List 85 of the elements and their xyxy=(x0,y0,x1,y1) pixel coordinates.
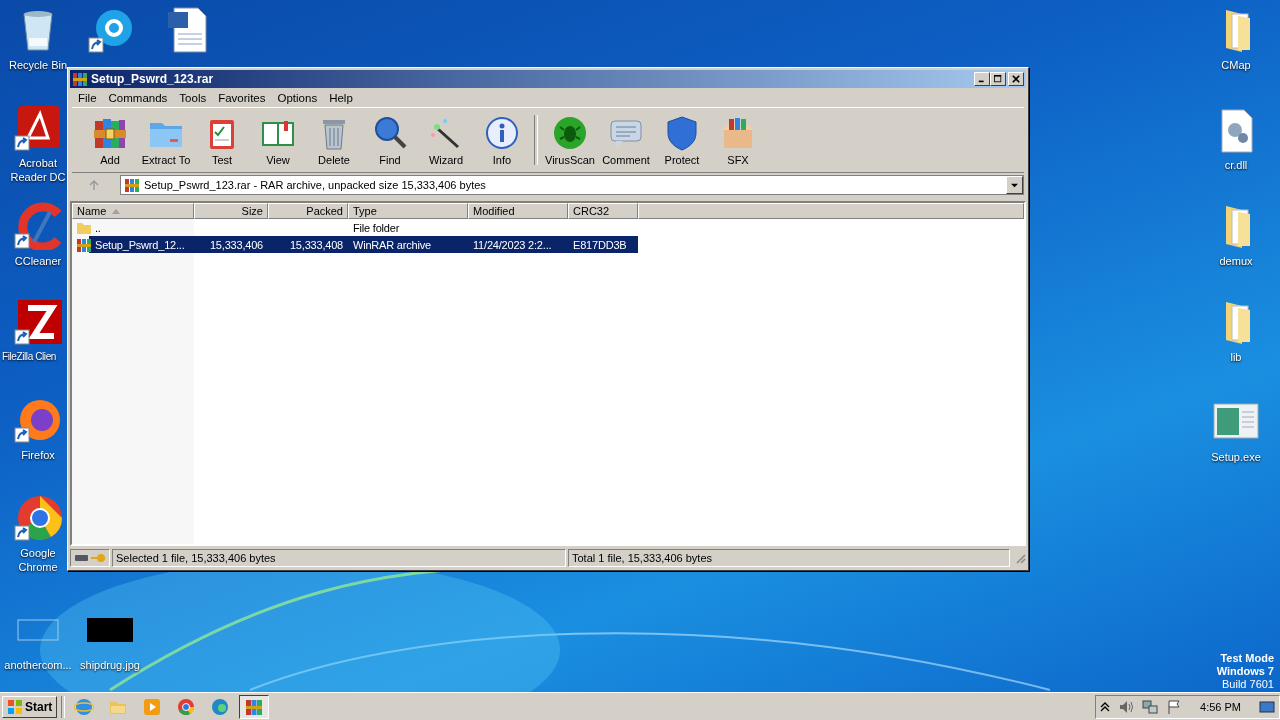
desktop-icon-label: shipdrug.jpg xyxy=(79,658,141,672)
search-icon xyxy=(372,114,408,151)
network-icon[interactable] xyxy=(1142,698,1159,715)
table-cell: E817DD3B xyxy=(572,238,628,251)
status-text: Selected 1 file, 15,333,406 bytes xyxy=(112,549,566,567)
desktop-icon-label: Recycle Bin xyxy=(7,58,69,72)
desktop-icon-label: lib xyxy=(1229,350,1243,364)
maximize-button[interactable] xyxy=(990,72,1006,86)
toolbar-button[interactable]: Add xyxy=(82,110,138,170)
column-header[interactable]: Type xyxy=(348,203,468,219)
toolbar-button[interactable]: Test xyxy=(194,110,250,170)
toolbar-button[interactable]: Comment xyxy=(598,110,654,170)
sort-arrow-icon xyxy=(112,208,121,214)
desktop-icon-label: Setup.exe xyxy=(1210,450,1262,464)
toolbar-button[interactable]: SFX xyxy=(710,110,766,170)
caret-icon xyxy=(1011,181,1018,189)
desktop-icon-label: demux xyxy=(1218,254,1254,268)
desktop-icon-label: CCleaner xyxy=(13,254,63,268)
watermark-text: Windows 7 xyxy=(1216,665,1274,678)
start-button[interactable]: Start xyxy=(2,695,58,718)
table-cell: 11/24/2023 2:2... xyxy=(472,238,553,251)
desktop-icon-label: cr.dll xyxy=(1223,158,1249,172)
desktop-icon-label: anothercom... xyxy=(3,658,73,672)
archive-books-icon xyxy=(72,71,88,87)
chrome-icon[interactable] xyxy=(14,494,62,542)
column-header[interactable]: Packed xyxy=(268,203,348,219)
file-name[interactable]: .. xyxy=(94,221,102,234)
up-arrow-icon xyxy=(88,179,100,191)
menu-item[interactable]: Commands xyxy=(102,91,174,104)
menu-item[interactable]: Favorites xyxy=(212,91,272,104)
show-desktop-icon[interactable] xyxy=(1259,698,1275,715)
dropdown-button[interactable] xyxy=(1006,176,1023,194)
resize-grip-icon[interactable] xyxy=(1014,552,1026,564)
desktop-icon-label: Acrobat Reader DC xyxy=(9,156,67,184)
close-button[interactable] xyxy=(1008,72,1024,86)
toolbar-button[interactable]: Info xyxy=(474,110,530,170)
table-cell: 15,333,406 xyxy=(208,238,264,251)
desktop-icon-label: FileZilla Clien xyxy=(2,350,56,364)
browser-icon xyxy=(74,696,95,717)
brush-icon[interactable] xyxy=(14,202,62,250)
toolbar-button[interactable]: Wizard xyxy=(418,110,474,170)
minimize-button[interactable] xyxy=(974,72,990,86)
desktop-icon-label: Google Chrome xyxy=(17,546,59,574)
table-cell: WinRAR archive xyxy=(352,238,432,251)
menu-item[interactable]: Tools xyxy=(173,91,213,104)
archive-books-icon xyxy=(124,177,140,193)
flag-icon[interactable] xyxy=(1166,698,1183,715)
toolbar-button[interactable]: VirusScan xyxy=(542,110,598,170)
desktop-icon-label: CMap xyxy=(1220,58,1252,72)
toolbar-button[interactable]: View xyxy=(250,110,306,170)
watermark-text: Build 7601 xyxy=(1222,678,1274,691)
drive-key-icon xyxy=(74,552,106,564)
table-cell: File folder xyxy=(352,221,401,234)
close-icon xyxy=(1012,75,1020,83)
edge-icon xyxy=(210,696,231,717)
info-icon xyxy=(484,114,520,151)
chevron-up-icon[interactable] xyxy=(1100,700,1111,713)
bug-icon xyxy=(552,114,588,151)
maximize-icon xyxy=(994,75,1002,83)
letter-tile-icon[interactable] xyxy=(14,298,62,346)
window-title: Setup_Pswrd_123.rar xyxy=(91,72,214,86)
taskbar-app-button[interactable] xyxy=(239,694,270,719)
menu-item[interactable]: File xyxy=(72,91,103,104)
play-icon xyxy=(142,696,163,717)
path-combobox[interactable]: Setup_Pswrd_123.rar - RAR archive, unpacked size 15,333,406 bytes xyxy=(120,175,1024,195)
pdf-icon[interactable] xyxy=(14,104,62,152)
toolbar-button[interactable]: Delete xyxy=(306,110,362,170)
archive-books-icon xyxy=(76,236,92,253)
menu-item[interactable]: Options xyxy=(271,91,324,104)
toolbar-button[interactable]: Extract To xyxy=(138,110,194,170)
column-header[interactable]: Modified xyxy=(468,203,568,219)
desktop-icon-label: Firefox xyxy=(20,448,56,462)
windows-logo-icon xyxy=(7,698,23,715)
toolbar-button[interactable]: Protect xyxy=(654,110,710,170)
menu-item[interactable]: Help xyxy=(323,91,359,104)
clock[interactable]: 4:56 PM xyxy=(1200,700,1241,713)
toolbar-button[interactable]: Find xyxy=(362,110,418,170)
column-header[interactable]: CRC32 xyxy=(568,203,638,219)
shield-icon xyxy=(664,114,700,151)
column-header[interactable]: Size xyxy=(194,203,268,219)
table-cell: 15,333,408 xyxy=(288,238,344,251)
status-text: Total 1 file, 15,333,406 bytes xyxy=(568,549,1010,567)
column-header[interactable]: Name xyxy=(72,203,194,219)
watermark-text: Test Mode xyxy=(1220,652,1274,665)
chrome-icon xyxy=(176,696,197,717)
